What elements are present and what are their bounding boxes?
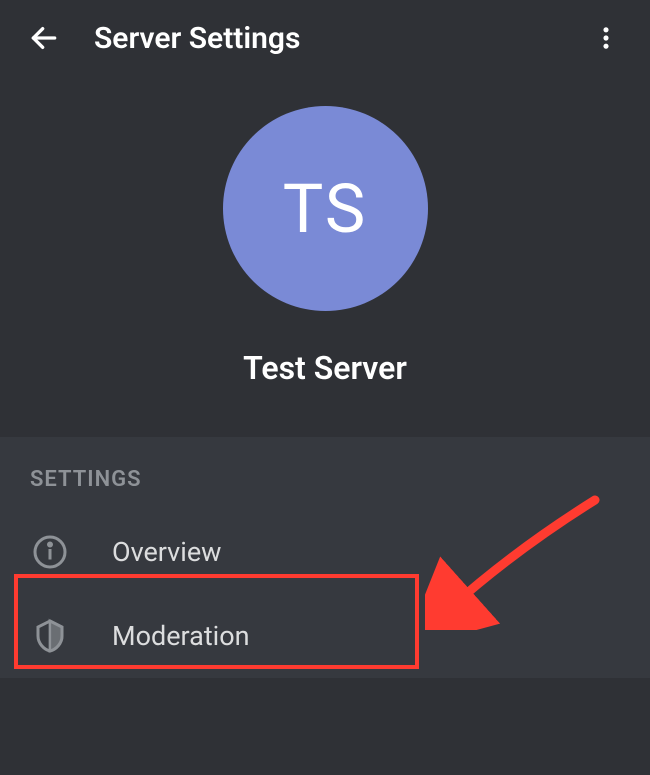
more-options-button[interactable]	[586, 18, 626, 58]
dots-vertical-icon	[592, 24, 620, 52]
avatar-initials: TS	[283, 169, 367, 249]
arrow-left-icon	[28, 22, 60, 54]
menu-item-moderation[interactable]: Moderation	[0, 594, 650, 678]
section-header: SETTINGS	[0, 467, 650, 510]
server-info-section: TS Test Server	[0, 76, 650, 437]
server-avatar[interactable]: TS	[223, 106, 428, 311]
settings-section: SETTINGS Overview Moderation	[0, 437, 650, 678]
info-icon	[30, 532, 70, 572]
server-name: Test Server	[243, 349, 407, 387]
app-header: Server Settings	[0, 0, 650, 76]
page-title: Server Settings	[94, 21, 586, 56]
menu-item-overview[interactable]: Overview	[0, 510, 650, 594]
shield-icon	[30, 616, 70, 656]
menu-label-overview: Overview	[112, 536, 221, 568]
menu-label-moderation: Moderation	[112, 620, 250, 652]
back-button[interactable]	[24, 18, 64, 58]
